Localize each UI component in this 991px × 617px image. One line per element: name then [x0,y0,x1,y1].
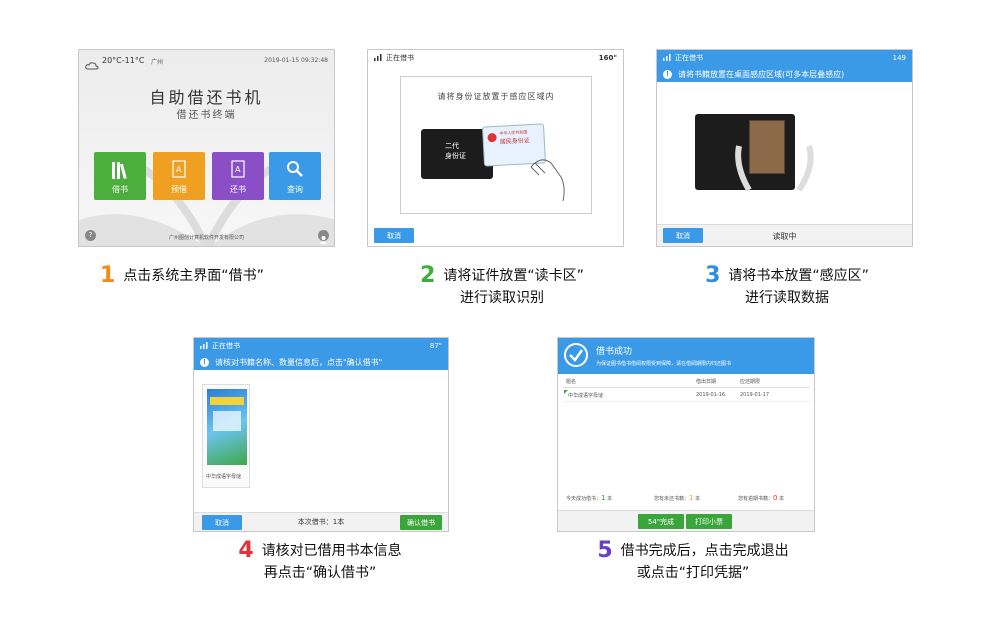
reading-status: 读取中 [772,232,797,241]
countdown: 160" [598,54,617,62]
reserve-tile-button[interactable]: A 预借 [153,152,205,200]
step-4-line1: 请核对已借用书本信息 [261,543,402,559]
header-title: 题名 [566,379,577,385]
step-2-line2: 进行读取识别 [460,290,544,306]
panel-confirm-screen: 正在借书 87" ! 请核对书籍名称、数量信息后，点击"确认借书" 中华成语字母… [193,337,449,532]
step-5-line1: 借书完成后，点击完成退出 [620,543,789,559]
step-2-line1: 请将证件放置“读卡区” [443,268,584,284]
step-3-line1: 请将书本放置“感应区” [728,268,869,284]
search-tile-label: 查询 [287,185,303,194]
panel-id-card-screen: 正在借书 160" 请将身份证放置于感应区域内 二代 身份证 中华人民共和国 居… [367,49,624,247]
book-cover-image [207,389,247,465]
signal-icon [374,53,382,63]
hands-icon [735,145,814,192]
done-button[interactable]: 54"完成 [638,514,684,529]
step-5-caption: 5 借书完成后，点击完成退出 或点击“打印凭据” [568,540,818,584]
stats-row: 今天成功借书：1 本 您有未还书籍：1 本 您有逾期书籍：0 本 [564,494,810,504]
stat-unreturned: 您有未还书籍：1 本 [654,494,701,502]
instruction-text: 请将身份证放置于感应区域内 [437,92,555,101]
confirm-borrow-button[interactable]: 确认借书 [400,515,442,530]
notice-bar: ! 请核对书籍名称、数量信息后，点击"确认借书" [194,354,448,370]
stat-today-borrowed: 今天成功借书：1 本 [566,494,613,502]
card-line2: 居民身份证 [499,137,530,146]
return-tile-button[interactable]: A 还书 [212,152,264,200]
row-title: 中华成语字母谜 [568,393,604,399]
step-4-caption: 4 请核对已借用书本信息 再点击“确认借书” [210,540,430,584]
step-2-caption: 2 请将证件放置“读卡区” 进行读取识别 [392,265,612,309]
top-title: 正在借书 [675,54,703,62]
step-5-number: 5 [597,538,613,563]
success-subtitle: 为保证图书借书借阅权限受到保障，请在借阅期限内归还图书 [596,361,732,367]
alert-icon: ! [663,69,672,79]
datetime-text: 2019-01-15 09:32:48 [264,57,328,64]
borrow-tile-button[interactable]: 借书 [94,152,146,200]
header-due-date: 应还期限 [740,379,761,385]
table-header: 题名 借出日期 应还期限 [564,378,810,388]
top-status-bar: 正在借书 149 [657,50,912,66]
step-3-line2: 进行读取数据 [745,290,829,306]
step-4-number: 4 [238,538,254,563]
emblem-icon [487,132,497,143]
success-title: 借书成功 [596,347,633,357]
reserve-tile-label: 预借 [171,185,187,194]
notice-text: 请将书籍放置在桌面感应区域(可多本层叠感应) [678,69,845,79]
app-title: 自助借还书机 [149,88,264,107]
step-3-caption: 3 请将书本放置“感应区” 进行读取数据 [677,265,897,309]
return-tile-label: 还书 [230,185,246,194]
document-icon: A [172,160,186,180]
book-title-label: 中华成语字母谜 [206,474,242,480]
table-row[interactable]: 中华成语字母谜 2019-01-16 2019-01-17 [564,390,810,402]
id-reader-frame: 请将身份证放置于感应区域内 二代 身份证 中华人民共和国 居民身份证 [400,76,592,214]
notice-bar: ! 请将书籍放置在桌面感应区域(可多本层叠感应) [657,66,912,82]
background-book-illustration [79,156,334,246]
top-status-bar: 正在借书 160" [368,50,623,66]
step-2-number: 2 [420,263,436,288]
book-card[interactable]: 中华成语字母谜 [202,384,250,488]
document-icon: A [231,160,245,180]
signal-icon [200,341,208,351]
company-footer: 广州图创计算机软件开发有限公司 [168,235,244,241]
countdown: 149 [892,54,906,62]
signal-icon [663,53,671,63]
svg-text:A: A [235,165,241,174]
books-icon [111,160,129,182]
weather-text: 20°C-11°C [102,56,145,65]
top-title: 正在借书 [212,342,240,350]
step-1-caption: 1 点击系统主界面“借书” [100,265,320,287]
borrow-tile-label: 借书 [112,185,128,194]
print-receipt-button[interactable]: 打印小票 [686,514,732,529]
row-due-date: 2019-01-17 [740,392,770,398]
step-3-number: 3 [705,263,721,288]
user-icon[interactable] [318,230,329,244]
step-5-line2: 或点击“打印凭据” [636,565,750,581]
panel-book-sensing-screen: 正在借书 149 ! 请将书籍放置在桌面感应区域(可多本层叠感应) 取消 读取中 [656,49,913,247]
result-table: 题名 借出日期 应还期限 中华成语字母谜 2019-01-16 2019-01-… [564,378,810,402]
app-subtitle: 借还书终端 [176,110,237,121]
step-1-text: 点击系统主界面“借书” [123,268,264,284]
header-borrow-date: 借出日期 [696,379,717,385]
row-borrow-date: 2019-01-16 [696,392,726,398]
cancel-button[interactable]: 取消 [374,228,414,243]
cloud-icon [85,55,99,74]
check-circle-icon [564,343,588,367]
top-title: 正在借书 [386,54,414,62]
countdown: 87" [429,342,442,350]
step-1-number: 1 [100,263,116,288]
top-status-bar: 正在借书 87" [194,338,448,354]
step-4-line2: 再点击“确认借书” [263,565,377,581]
svg-text:A: A [176,165,182,174]
hand-icon [530,159,565,202]
stat-overdue: 您有逾期书籍：0 本 [738,494,785,502]
success-header: 借书成功 为保证图书借书借阅权限受到保障，请在借阅期限内归还图书 [558,338,814,374]
search-tile-button[interactable]: 查询 [269,152,321,200]
city-text: 广州 [151,59,164,66]
panel-success-screen: 借书成功 为保证图书借书借阅权限受到保障，请在借阅期限内归还图书 题名 借出日期… [557,337,815,532]
alert-icon: ! [200,357,209,367]
panel-home-screen: 20°C-11°C 广州 2019-01-15 09:32:48 自助借还书机 … [78,49,335,247]
notice-text: 请核对书籍名称、数量信息后，点击"确认借书" [215,357,383,367]
search-icon [286,160,304,180]
